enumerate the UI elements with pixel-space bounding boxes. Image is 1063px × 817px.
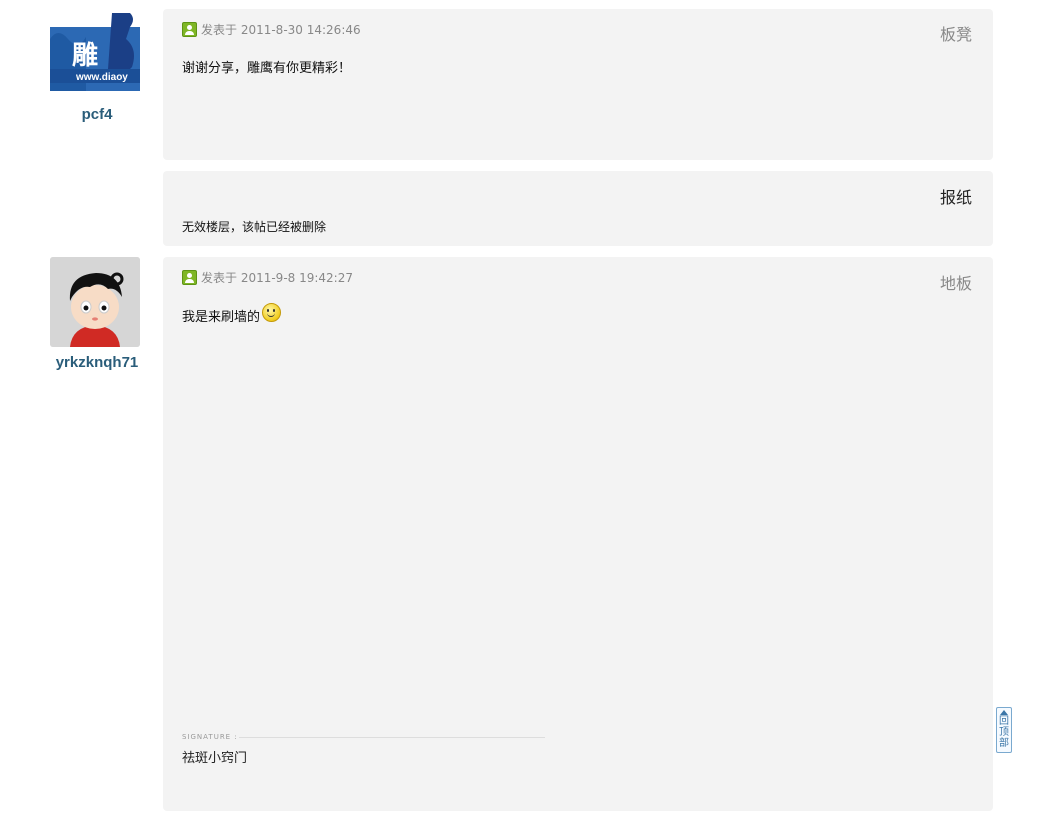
signature-label: SIGNATURE : [182,733,238,741]
floor-number-link[interactable]: 报纸 [940,184,972,208]
back-to-top-char: 回 [999,716,1009,727]
username-link[interactable]: yrkzknqh71 [37,354,157,371]
signature-text[interactable]: 祛斑小窍门 [182,747,247,766]
avatar[interactable] [50,257,140,347]
svg-text:www.diaoy: www.diaoy [75,72,128,83]
arrow-up-icon [1000,710,1008,715]
svg-text:雕: 雕 [72,41,98,71]
post-meta: 发表于 2011-8-30 14:26:46 [182,21,361,37]
online-status-icon [182,269,197,285]
back-to-top-char: 部 [999,738,1009,749]
post-timestamp: 发表于 2011-9-8 19:42:27 [201,270,353,285]
post-meta: 发表于 2011-9-8 19:42:27 [182,269,353,285]
post-timestamp: 发表于 2011-8-30 14:26:46 [201,22,361,37]
post-card: 报纸 无效楼层，该帖已经被删除 [163,171,993,246]
post-card: 发表于 2011-9-8 19:42:27 地板 我是来刷墙的 SIGNATUR… [163,257,993,811]
post-text: 我是来刷墙的 [182,310,261,325]
online-status-icon [182,21,197,37]
deleted-notice: 无效楼层，该帖已经被删除 [182,220,327,234]
avatar-cartoon-image [50,257,140,347]
post-card: 发表于 2011-8-30 14:26:46 板凳 谢谢分享，雕鹰有你更精彩！ [163,9,993,160]
post-content: 谢谢分享，雕鹰有你更精彩！ [182,61,352,76]
back-to-top-char: 顶 [999,727,1009,738]
avatar[interactable]: 雕 www.diaoy [50,9,140,99]
back-to-top-button[interactable]: 回 顶 部 [996,707,1012,753]
post-content: 我是来刷墙的 [182,303,282,325]
username-link[interactable]: pcf4 [37,106,157,123]
signature-divider [239,737,545,738]
avatar-logo-image: 雕 www.diaoy [50,13,140,99]
floor-number-link[interactable]: 地板 [940,270,972,294]
smile-emoticon-icon [262,303,282,322]
floor-number-link[interactable]: 板凳 [940,21,972,45]
